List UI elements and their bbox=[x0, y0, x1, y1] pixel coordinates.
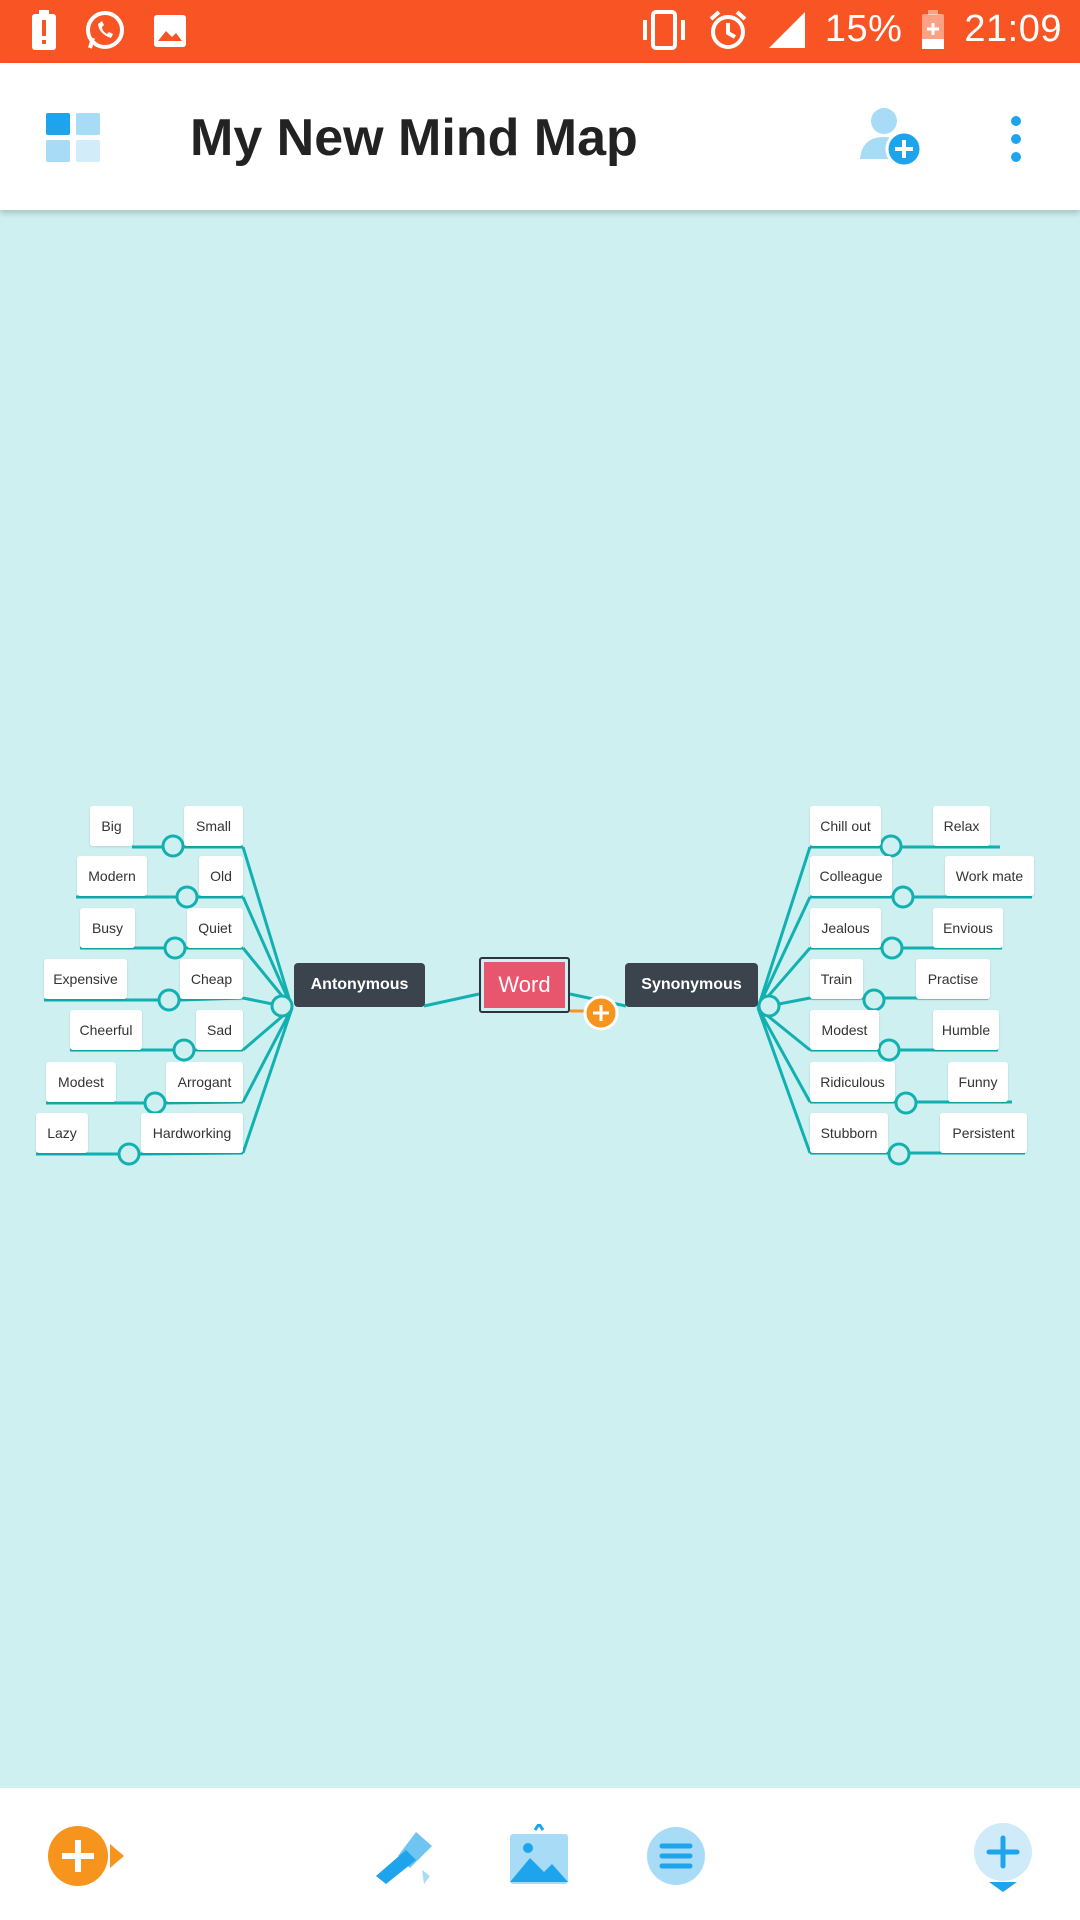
subtopic-node[interactable]: Ridiculous bbox=[810, 1062, 895, 1102]
subtopic-node[interactable]: Big bbox=[90, 806, 133, 846]
subtopic-node[interactable]: Envious bbox=[933, 908, 1003, 948]
paint-brush-icon[interactable] bbox=[372, 1826, 436, 1888]
branch-synonymous[interactable]: Synonymous bbox=[625, 963, 758, 1007]
subtopic-node[interactable]: Relax bbox=[933, 806, 990, 846]
subtopic-node[interactable]: Funny bbox=[948, 1062, 1008, 1102]
collapse-toggle[interactable] bbox=[270, 994, 294, 1018]
subtopic-node[interactable]: Cheap bbox=[180, 959, 243, 999]
subtopic-node[interactable]: Stubborn bbox=[810, 1113, 888, 1153]
central-topic-label: Word bbox=[484, 962, 565, 1008]
subtopic-node[interactable]: Colleague bbox=[810, 856, 892, 896]
subtopic-node[interactable]: Jealous bbox=[810, 908, 881, 948]
subtopic-node[interactable]: Modern bbox=[77, 856, 147, 896]
subtopic-node[interactable]: Cheerful bbox=[70, 1010, 142, 1050]
subtopic-node[interactable]: Quiet bbox=[187, 908, 243, 948]
subtopic-node[interactable]: Work mate bbox=[945, 856, 1034, 896]
subtopic-node[interactable]: Busy bbox=[80, 908, 135, 948]
outline-list-icon[interactable] bbox=[646, 1826, 706, 1886]
collapse-toggle[interactable] bbox=[757, 994, 781, 1018]
add-node-icon[interactable] bbox=[583, 995, 619, 1031]
subtopic-node[interactable]: Humble bbox=[933, 1010, 999, 1050]
add-topic-icon[interactable] bbox=[46, 1824, 128, 1888]
subtopic-node[interactable]: Modest bbox=[46, 1062, 116, 1102]
subtopic-node[interactable]: Chill out bbox=[810, 806, 881, 846]
subtopic-node[interactable]: Small bbox=[184, 806, 243, 846]
subtopic-node[interactable]: Train bbox=[810, 959, 863, 999]
subtopic-node[interactable]: Sad bbox=[196, 1010, 243, 1050]
subtopic-node[interactable]: Practise bbox=[916, 959, 990, 999]
central-topic[interactable]: Word bbox=[479, 957, 570, 1013]
subtopic-node[interactable]: Persistent bbox=[940, 1113, 1027, 1153]
insert-image-icon[interactable] bbox=[508, 1824, 570, 1888]
subtopic-node[interactable]: Hardworking bbox=[141, 1113, 243, 1153]
branch-antonymous[interactable]: Antonymous bbox=[294, 963, 425, 1007]
subtopic-node[interactable]: Lazy bbox=[36, 1113, 88, 1153]
subtopic-node[interactable]: Expensive bbox=[44, 959, 127, 999]
add-floating-icon[interactable] bbox=[972, 1822, 1034, 1892]
subtopic-node[interactable]: Old bbox=[199, 856, 243, 896]
bottom-toolbar bbox=[0, 1788, 1080, 1920]
subtopic-node[interactable]: Arrogant bbox=[166, 1062, 243, 1102]
subtopic-node[interactable]: Modest bbox=[810, 1010, 879, 1050]
